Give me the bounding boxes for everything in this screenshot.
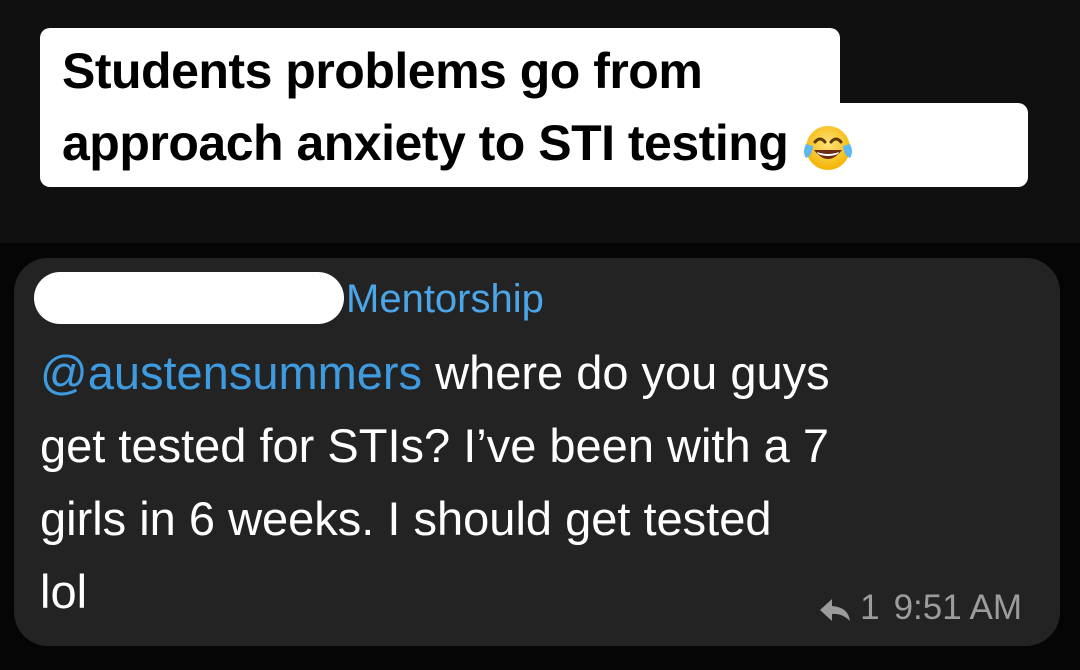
- message-line-3: girls in 6 weeks. I should get tested: [40, 492, 772, 545]
- caption-line-2-text: approach anxiety to STI testing: [62, 115, 789, 171]
- message-line-1-rest: where do you guys: [422, 346, 830, 399]
- user-mention[interactable]: @austensummers: [40, 346, 422, 399]
- caption-line-1: Students problems go from: [40, 28, 840, 104]
- message-meta: 1 9:51 AM: [818, 588, 1022, 628]
- message-text: @austensummers where do you guys get tes…: [40, 336, 1040, 628]
- caption-line-2: approach anxiety to STI testing: [40, 103, 1028, 187]
- message-line-1: @austensummers where do you guys: [40, 336, 1040, 409]
- face-with-tears-of-joy-icon: [802, 117, 854, 170]
- message-time: 9:51 AM: [893, 588, 1022, 627]
- message-line-2: get tested for STIs? I’ve been with a 7: [40, 419, 829, 472]
- reply-arrow-icon[interactable]: [818, 594, 852, 622]
- caption-area: Students problems go from approach anxie…: [0, 0, 1080, 243]
- reply-count[interactable]: 1: [860, 588, 879, 628]
- redacted-sender-name: [34, 272, 344, 324]
- group-name[interactable]: Mentorship: [346, 276, 544, 322]
